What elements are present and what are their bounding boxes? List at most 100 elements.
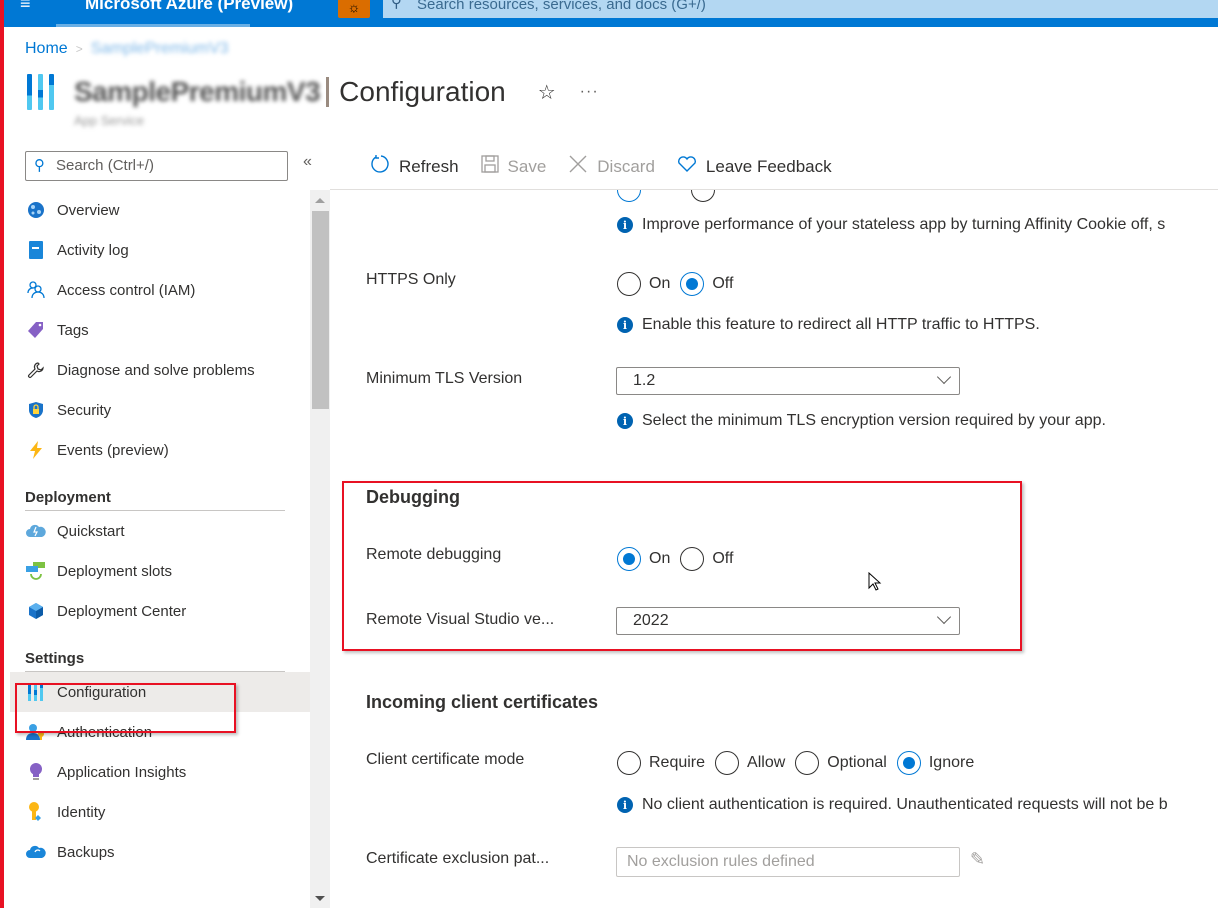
left-edge-marker — [0, 0, 4, 908]
discard-label: Discard — [597, 157, 655, 176]
sidebar-item-activity-log[interactable]: Activity log — [10, 230, 310, 270]
remote-debugging-on-radio[interactable]: On — [617, 547, 670, 571]
scroll-thumb[interactable] — [312, 211, 329, 409]
radio-label: Allow — [747, 754, 786, 771]
https-only-on-radio[interactable]: On — [617, 272, 670, 296]
client-cert-info: i No client authentication is required. … — [617, 796, 1168, 814]
radio-label: On — [649, 550, 671, 567]
info-icon: i — [617, 413, 633, 429]
close-icon — [568, 154, 588, 180]
dropdown-value: 2022 — [633, 612, 669, 629]
sidebar-item-access-control[interactable]: Access control (IAM) — [10, 270, 310, 310]
configuration-highlight-annotation — [15, 683, 236, 733]
sidebar-item-tags[interactable]: Tags — [10, 310, 310, 350]
info-text: No client authentication is required. Un… — [642, 796, 1168, 813]
breadcrumb: Home > SamplePremiumV3 — [25, 40, 229, 58]
client-cert-optional-radio[interactable]: Optional — [795, 751, 887, 775]
slots-icon — [26, 561, 46, 581]
https-only-info: i Enable this feature to redirect all HT… — [617, 316, 1040, 334]
info-text: Select the minimum TLS encryption versio… — [642, 412, 1106, 429]
breadcrumb-home[interactable]: Home — [25, 40, 68, 58]
client-cert-ignore-radio[interactable]: Ignore — [896, 751, 975, 775]
collapse-sidebar-icon[interactable]: « — [303, 153, 312, 171]
bug-icon[interactable]: ☼ — [338, 0, 370, 18]
sidebar-item-label: Application Insights — [57, 763, 187, 781]
sidebar-item-diagnose[interactable]: Diagnose and solve problems — [10, 350, 310, 390]
page-title: Configuration — [339, 76, 506, 107]
info-icon: i — [617, 797, 633, 813]
sidebar-group-deployment: Deployment — [25, 489, 111, 506]
globe-icon — [26, 200, 46, 220]
page-header: SamplePremiumV3 Configuration ☆ ··· — [25, 72, 599, 112]
remote-debugging-label: Remote debugging — [366, 546, 502, 563]
leave-feedback-button[interactable]: Leave Feedback — [677, 155, 832, 179]
refresh-button[interactable]: Refresh — [370, 154, 459, 180]
client-cert-require-radio[interactable]: Require — [617, 751, 705, 775]
client-cert-allow-radio[interactable]: Allow — [715, 751, 785, 775]
feedback-label: Leave Feedback — [705, 157, 832, 176]
discard-button[interactable]: Discard — [568, 154, 655, 180]
sidebar-item-events[interactable]: Events (preview) — [10, 430, 310, 470]
brand-underline — [56, 24, 250, 27]
min-tls-dropdown[interactable]: 1.2 — [616, 367, 960, 395]
lightning-icon — [26, 440, 46, 460]
affinity-cookie-radios-partial[interactable] — [617, 190, 715, 202]
brand-title[interactable]: Microsoft Azure (Preview) — [85, 0, 293, 15]
sidebar-item-deployment-center[interactable]: Deployment Center — [10, 591, 310, 631]
min-tls-info: i Select the minimum TLS encryption vers… — [617, 412, 1106, 430]
sidebar-item-overview[interactable]: Overview — [10, 190, 310, 230]
debugging-section-title: Debugging — [366, 487, 460, 507]
global-search-input[interactable]: ⚲ Search resources, services, and docs (… — [383, 0, 1218, 18]
affinity-info: i Improve performance of your stateless … — [617, 216, 1165, 234]
cloud-icon — [26, 521, 46, 541]
sidebar-item-label: Access control (IAM) — [57, 281, 196, 299]
https-only-label: HTTPS Only — [366, 271, 456, 288]
sidebar-search-placeholder: Search (Ctrl+/) — [56, 157, 154, 174]
chevron-down-icon — [936, 369, 952, 385]
info-icon: i — [617, 217, 633, 233]
hamburger-icon[interactable]: ≡ — [20, 0, 40, 12]
sidebar-item-label: Quickstart — [57, 522, 125, 540]
sidebar-item-backups[interactable]: Backups — [10, 832, 310, 872]
vs-version-dropdown[interactable]: 2022 — [616, 607, 960, 635]
sidebar-item-security[interactable]: Security — [10, 390, 310, 430]
radio-label: Off — [712, 550, 734, 567]
scroll-down-arrow[interactable] — [315, 896, 325, 901]
sidebar-item-label: Deployment Center — [57, 602, 187, 620]
info-text: Enable this feature to redirect all HTTP… — [642, 316, 1040, 333]
cloud-backup-icon — [26, 842, 46, 862]
vs-version-label: Remote Visual Studio ve... — [366, 611, 555, 628]
sidebar-nav: Overview Activity log Access control (IA… — [10, 190, 310, 872]
scroll-up-arrow[interactable] — [315, 198, 325, 203]
cert-exclusion-input[interactable]: No exclusion rules defined — [616, 847, 960, 877]
refresh-icon — [370, 154, 390, 180]
sidebar-item-label: Deployment slots — [57, 562, 173, 580]
mouse-cursor-icon — [868, 572, 882, 591]
radio-label: Require — [649, 754, 706, 771]
remote-debugging-off-radio[interactable]: Off — [680, 547, 733, 571]
sidebar-item-label: Backups — [57, 843, 115, 861]
shield-icon — [26, 400, 46, 420]
client-cert-mode-radio-group: Require Allow Optional Ignore — [617, 751, 984, 775]
client-cert-mode-label: Client certificate mode — [366, 751, 525, 768]
sidebar-item-deployment-slots[interactable]: Deployment slots — [10, 551, 310, 591]
sidebar-scrollbar[interactable] — [310, 190, 330, 908]
chevron-down-icon — [936, 609, 952, 625]
input-placeholder: No exclusion rules defined — [627, 853, 815, 870]
https-only-off-radio[interactable]: Off — [680, 272, 733, 296]
people-icon — [26, 280, 46, 300]
radio-label: Off — [712, 275, 734, 292]
radio-label: On — [649, 275, 671, 292]
radio-label: Ignore — [928, 754, 975, 771]
more-options-icon[interactable]: ··· — [580, 83, 599, 101]
favorite-star-icon[interactable]: ☆ — [538, 80, 556, 105]
breadcrumb-resource[interactable]: SamplePremiumV3 — [91, 40, 229, 58]
edit-pencil-icon[interactable]: ✎ — [970, 849, 985, 870]
save-button[interactable]: Save — [480, 155, 546, 179]
sidebar-item-application-insights[interactable]: Application Insights — [10, 752, 310, 792]
sidebar-search-input[interactable]: ⚲ Search (Ctrl+/) — [25, 151, 288, 181]
sidebar-item-identity[interactable]: Identity — [10, 792, 310, 832]
min-tls-label: Minimum TLS Version — [366, 370, 523, 387]
sidebar-item-quickstart[interactable]: Quickstart — [10, 511, 310, 551]
tag-icon — [26, 320, 46, 340]
